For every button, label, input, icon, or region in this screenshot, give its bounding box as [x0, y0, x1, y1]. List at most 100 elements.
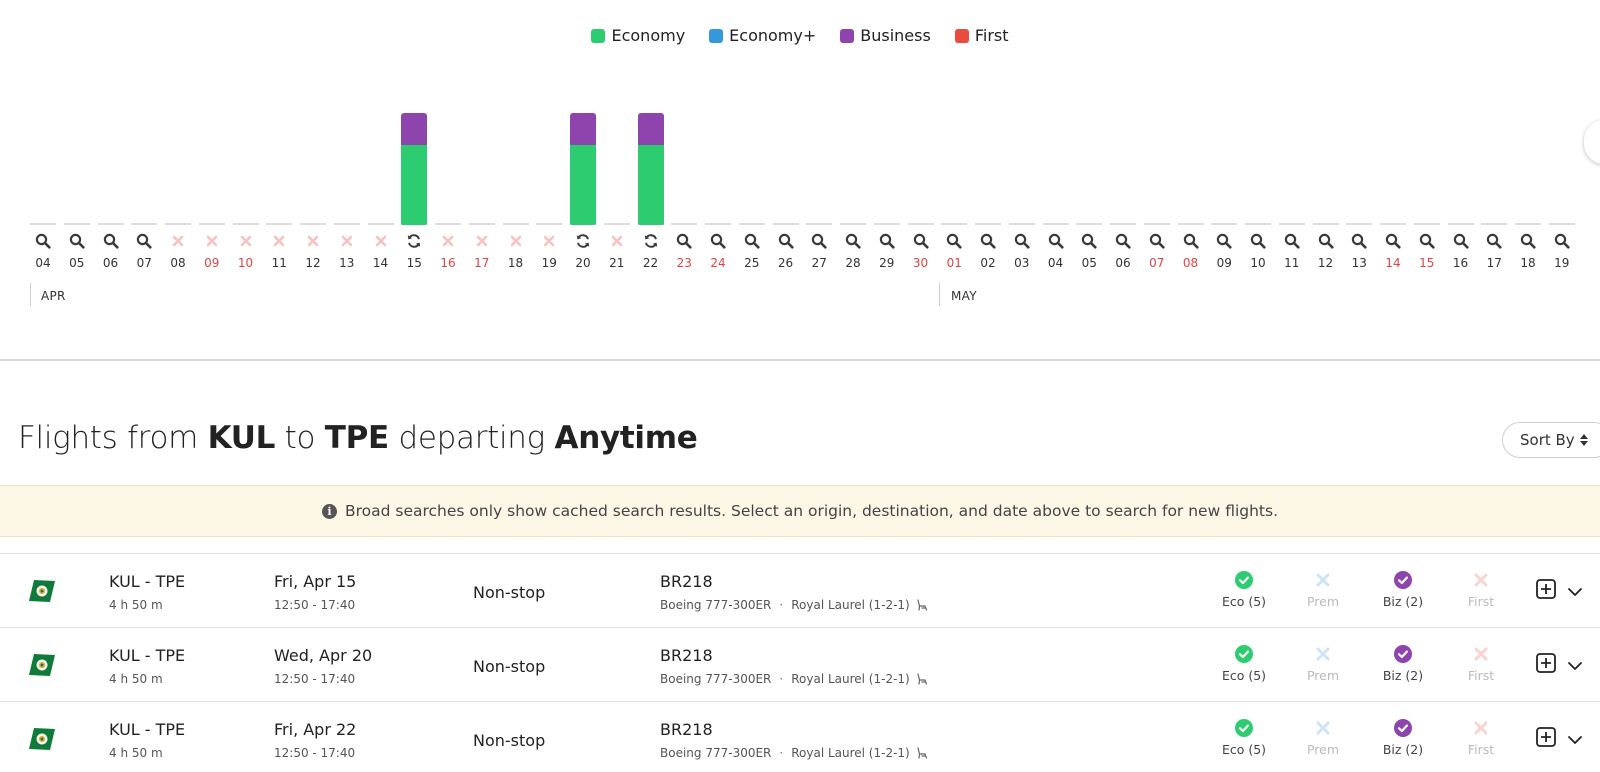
- bar-business[interactable]: [570, 113, 596, 145]
- calendar-day[interactable]: 15: [401, 0, 428, 280]
- cabin-business[interactable]: Biz (2): [1368, 718, 1438, 757]
- bar-economy[interactable]: [570, 145, 596, 225]
- search-icon[interactable]: [1043, 232, 1069, 250]
- calendar-day[interactable]: 01: [941, 0, 968, 280]
- calendar-day[interactable]: 05: [63, 0, 90, 280]
- calendar-day[interactable]: 27: [806, 0, 833, 280]
- cabin-business[interactable]: Biz (2): [1368, 570, 1438, 609]
- refresh-icon[interactable]: [570, 232, 596, 250]
- calendar-day[interactable]: 09: [1211, 0, 1238, 280]
- calendar-day[interactable]: 20: [570, 0, 596, 280]
- search-icon[interactable]: [1380, 232, 1406, 250]
- calendar-day[interactable]: 08: [1177, 0, 1204, 280]
- search-icon[interactable]: [1211, 232, 1237, 250]
- calendar-day[interactable]: 06: [97, 0, 124, 280]
- day-label: 07: [1149, 256, 1165, 270]
- calendar-day[interactable]: 06: [1110, 0, 1136, 280]
- search-icon[interactable]: [739, 232, 765, 250]
- calendar-day[interactable]: 12: [1312, 0, 1339, 280]
- search-icon[interactable]: [1549, 232, 1575, 250]
- calendar-day[interactable]: 17: [1481, 0, 1508, 280]
- search-icon[interactable]: [1346, 232, 1372, 250]
- search-icon[interactable]: [98, 232, 124, 250]
- search-icon[interactable]: [1245, 232, 1271, 250]
- aircraft-separator: ·: [779, 672, 784, 686]
- search-icon[interactable]: [705, 232, 731, 250]
- calendar-day[interactable]: 16: [1447, 0, 1474, 280]
- bar-economy[interactable]: [401, 145, 428, 225]
- calendar-day[interactable]: 25: [738, 0, 765, 280]
- refresh-icon[interactable]: [638, 232, 664, 250]
- seat-type: Royal Laurel (1-2-1): [791, 672, 910, 686]
- flight-date: Wed, Apr 20: [274, 646, 373, 665]
- expand-row-button[interactable]: [1566, 657, 1584, 673]
- day-baseline: [1211, 223, 1238, 225]
- bar-business[interactable]: [637, 113, 664, 145]
- search-icon[interactable]: [64, 232, 90, 250]
- search-icon[interactable]: [806, 232, 832, 250]
- section-divider: [0, 359, 1600, 361]
- search-icon[interactable]: [908, 232, 934, 250]
- day-label: 25: [744, 256, 760, 270]
- refresh-icon[interactable]: [401, 232, 427, 250]
- calendar-day[interactable]: 30: [907, 0, 934, 280]
- add-flight-button[interactable]: [1536, 727, 1556, 749]
- search-icon[interactable]: [773, 232, 799, 250]
- search-icon[interactable]: [30, 232, 56, 250]
- calendar-day[interactable]: 07: [1143, 0, 1170, 280]
- search-icon[interactable]: [840, 232, 866, 250]
- calendar-day[interactable]: 28: [840, 0, 866, 280]
- calendar-day[interactable]: 22: [637, 0, 664, 280]
- calendar-day[interactable]: 14: [1380, 0, 1406, 280]
- add-flight-button[interactable]: [1536, 653, 1556, 675]
- flight-row[interactable]: KUL - TPE 4 h 50 m Fri, Apr 15 12:50 - 17:4…: [0, 554, 1600, 628]
- search-icon[interactable]: [874, 232, 900, 250]
- search-icon[interactable]: [1448, 232, 1474, 250]
- calendar-day[interactable]: 07: [131, 0, 158, 280]
- calendar-day[interactable]: 24: [705, 0, 731, 280]
- search-icon[interactable]: [1515, 232, 1541, 250]
- search-icon[interactable]: [1178, 232, 1204, 250]
- day-baseline: [1143, 223, 1170, 225]
- calendar-day[interactable]: 10: [1245, 0, 1271, 280]
- search-icon[interactable]: [131, 232, 157, 250]
- sort-by-button[interactable]: Sort By: [1502, 422, 1600, 458]
- add-flight-button[interactable]: [1536, 579, 1556, 601]
- search-icon[interactable]: [941, 232, 967, 250]
- calendar-day[interactable]: 11: [1278, 0, 1305, 280]
- search-icon[interactable]: [1313, 232, 1339, 250]
- cabin-economy[interactable]: Eco (5): [1209, 570, 1279, 609]
- search-icon[interactable]: [1009, 232, 1035, 250]
- cabin-economy[interactable]: Eco (5): [1209, 644, 1279, 683]
- search-icon[interactable]: [1144, 232, 1170, 250]
- cabin-economy[interactable]: Eco (5): [1209, 718, 1279, 757]
- calendar-day[interactable]: 13: [1346, 0, 1373, 280]
- calendar-day[interactable]: 19: [1548, 0, 1575, 280]
- search-icon[interactable]: [1110, 232, 1136, 250]
- calendar-day[interactable]: 26: [772, 0, 799, 280]
- calendar-day[interactable]: 05: [1076, 0, 1103, 280]
- search-icon[interactable]: [1076, 232, 1102, 250]
- bar-economy[interactable]: [637, 145, 664, 225]
- calendar-day[interactable]: 23: [671, 0, 698, 280]
- search-icon[interactable]: [975, 232, 1001, 250]
- expand-row-button[interactable]: [1566, 583, 1584, 599]
- expand-row-button[interactable]: [1566, 731, 1584, 747]
- calendar-day[interactable]: 04: [1042, 0, 1069, 280]
- search-icon[interactable]: [1481, 232, 1507, 250]
- calendar-day[interactable]: 29: [873, 0, 900, 280]
- calendar-day[interactable]: 03: [1008, 0, 1035, 280]
- cabin-business[interactable]: Biz (2): [1368, 644, 1438, 683]
- calendar-scroll-right-handle[interactable]: [1584, 120, 1600, 164]
- bar-business[interactable]: [401, 113, 428, 145]
- calendar-day[interactable]: 04: [30, 0, 56, 280]
- search-icon[interactable]: [1279, 232, 1305, 250]
- calendar-day[interactable]: 02: [975, 0, 1001, 280]
- day-baseline: [1042, 223, 1069, 225]
- calendar-day[interactable]: 15: [1413, 0, 1440, 280]
- search-icon[interactable]: [671, 232, 697, 250]
- search-icon[interactable]: [1414, 232, 1440, 250]
- flight-row[interactable]: KUL - TPE 4 h 50 m Fri, Apr 22 12:50 - 17:4…: [0, 702, 1600, 772]
- flight-row[interactable]: KUL - TPE 4 h 50 m Wed, Apr 20 12:50 - 17:4…: [0, 628, 1600, 702]
- calendar-day[interactable]: 18: [1515, 0, 1541, 280]
